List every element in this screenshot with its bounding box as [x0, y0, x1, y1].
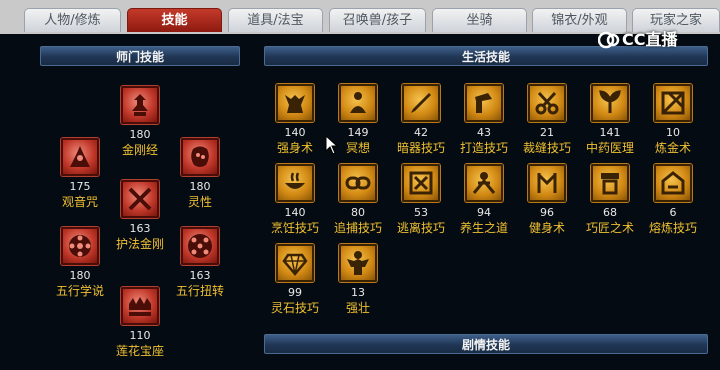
alchemy-icon[interactable] — [654, 84, 692, 122]
skill-level: 94 — [477, 206, 491, 219]
health-icon[interactable] — [465, 164, 503, 202]
skill-name: 强壮 — [345, 301, 370, 315]
lotus-throne-icon[interactable] — [121, 287, 159, 325]
school-skills-header: 师门技能 — [40, 46, 240, 66]
skill-level: 180 — [69, 269, 91, 282]
dart-icon[interactable] — [402, 84, 440, 122]
skill-level: 99 — [288, 286, 302, 299]
cooking-icon[interactable] — [276, 164, 314, 202]
skill-name: 炼金术 — [654, 141, 691, 155]
skill-name: 五行扭转 — [175, 284, 224, 298]
escape-icon[interactable] — [402, 164, 440, 202]
skill-name: 五行学说 — [55, 284, 104, 298]
skill-name: 灵性 — [187, 195, 212, 209]
vajra-icon[interactable] — [121, 180, 159, 218]
skill-level: 180 — [129, 128, 151, 141]
body-strength-icon[interactable] — [276, 84, 314, 122]
skill-name: 莲花宝座 — [115, 344, 164, 358]
skill-name: 护法金刚 — [115, 237, 164, 251]
stupa-icon[interactable] — [61, 138, 99, 176]
skill-level: 21 — [540, 126, 554, 139]
skill-level: 6 — [669, 206, 677, 219]
skill-level: 140 — [284, 126, 306, 139]
stream-watermark: CC直播 — [598, 28, 716, 52]
skill-level: 80 — [351, 206, 365, 219]
skill-level: 163 — [129, 222, 151, 235]
chain-icon[interactable] — [339, 164, 377, 202]
spirit-face-icon[interactable] — [181, 138, 219, 176]
skill-name: 观音咒 — [61, 195, 98, 209]
skill-name: 熔炼技巧 — [648, 221, 697, 235]
skill-level: 141 — [599, 126, 621, 139]
skill-level: 175 — [69, 180, 91, 193]
five-elements-grid-icon[interactable] — [181, 227, 219, 265]
mouse-cursor-icon — [325, 135, 339, 155]
skill-level: 43 — [477, 126, 491, 139]
craftsman-icon[interactable] — [591, 164, 629, 202]
meditation-icon[interactable] — [339, 84, 377, 122]
skill-level: 68 — [603, 206, 617, 219]
skill-level: 42 — [414, 126, 428, 139]
smelting-icon[interactable] — [654, 164, 692, 202]
five-elements-wheel-icon[interactable] — [61, 227, 99, 265]
forge-icon[interactable] — [465, 84, 503, 122]
skill-name: 金刚经 — [121, 143, 158, 157]
herb-icon[interactable] — [591, 84, 629, 122]
tab-mounts[interactable]: 坐骑 — [432, 8, 527, 32]
skill-level: 10 — [666, 126, 680, 139]
story-skills-header: 剧情技能 — [264, 334, 708, 354]
gem-icon[interactable] — [276, 244, 314, 282]
fitness-icon[interactable] — [528, 164, 566, 202]
skill-level: 180 — [189, 180, 211, 193]
tab-skills[interactable]: 技能 — [127, 8, 222, 32]
skill-level: 140 — [284, 206, 306, 219]
scissors-icon[interactable] — [528, 84, 566, 122]
skill-level: 110 — [129, 329, 151, 342]
skill-level: 53 — [414, 206, 428, 219]
tab-items[interactable]: 道具/法宝 — [228, 8, 323, 32]
stream-logo-icon — [598, 31, 620, 49]
skills-panel: 师门技能 生活技能 剧情技能 180 金刚经 175 观音咒 180 灵性 163 护法金刚 1… — [0, 34, 720, 370]
stream-logo-text: CC直播 — [622, 30, 678, 49]
skill-level: 13 — [351, 286, 365, 299]
tab-summons[interactable]: 召唤兽/孩子 — [329, 8, 426, 32]
skill-level: 96 — [540, 206, 554, 219]
skills-window: 人物/修炼 技能 道具/法宝 召唤兽/孩子 坐骑 锦衣/外观 玩家之家 师门技能… — [0, 0, 720, 370]
strong-icon[interactable] — [339, 244, 377, 282]
tab-character[interactable]: 人物/修炼 — [24, 8, 121, 32]
pagoda-icon[interactable] — [121, 86, 159, 124]
skill-level: 163 — [189, 269, 211, 282]
